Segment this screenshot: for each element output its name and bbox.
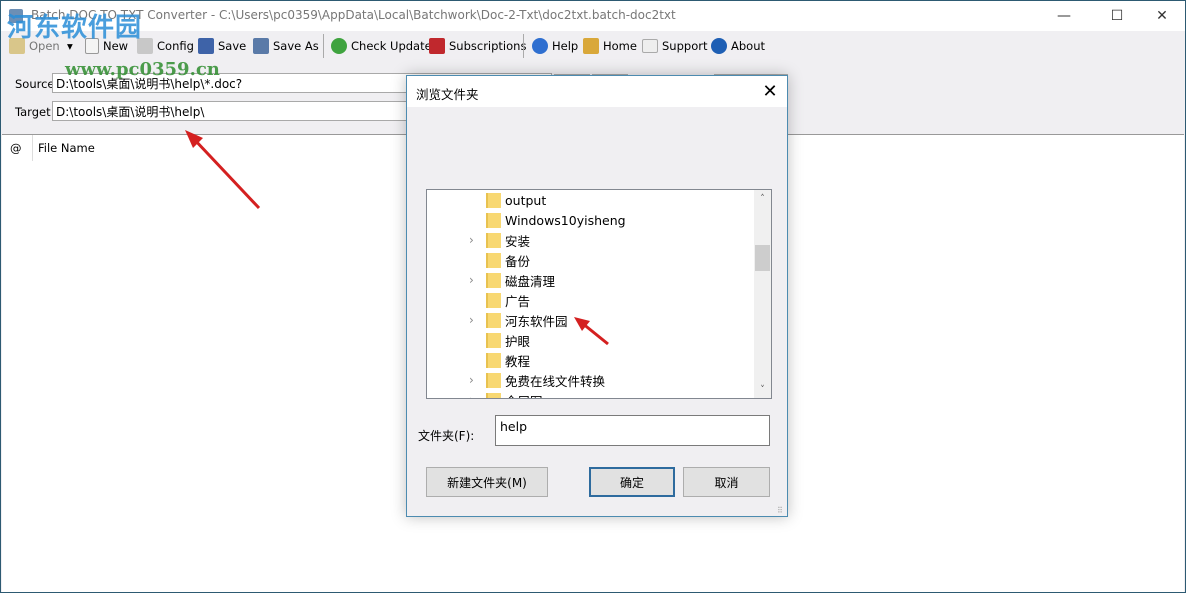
expand-chevron-icon[interactable]: ›	[469, 273, 474, 287]
tree-item[interactable]: output	[427, 190, 753, 210]
close-button[interactable]: ✕	[1139, 1, 1185, 31]
resize-grip[interactable]: ⠿	[777, 506, 785, 515]
column-header-status[interactable]: @	[10, 141, 22, 155]
tree-scrollbar[interactable]: ˄ ˅	[754, 190, 771, 398]
ok-button[interactable]: 确定	[589, 467, 675, 497]
target-label: Target	[15, 105, 51, 119]
dialog-title: 浏览文件夹	[416, 87, 479, 102]
tree-item[interactable]: › 安装	[427, 230, 753, 250]
dialog-title-bar: 浏览文件夹 ✕	[407, 76, 787, 107]
cart-icon	[429, 38, 445, 54]
save-as-button[interactable]: Save As	[253, 37, 319, 55]
tree-item[interactable]: › 磁盘清理	[427, 270, 753, 290]
info-icon	[711, 38, 727, 54]
help-button[interactable]: Help	[532, 37, 578, 55]
expand-chevron-icon[interactable]: ›	[469, 313, 474, 327]
folder-icon	[486, 333, 501, 348]
folder-tree[interactable]: output Windows10yisheng › 安装 备份 › 磁盘清理 广…	[426, 189, 772, 399]
scrollbar-thumb[interactable]	[755, 245, 770, 271]
expand-chevron-icon[interactable]: ›	[469, 233, 474, 247]
support-icon	[642, 39, 658, 53]
home-icon	[583, 38, 599, 54]
refresh-icon	[331, 38, 347, 54]
expand-chevron-icon[interactable]: ›	[469, 373, 474, 387]
tree-item[interactable]: › 免费在线文件转换	[427, 370, 753, 390]
folder-icon	[486, 233, 501, 248]
tree-item[interactable]: › 全屏图	[427, 390, 753, 398]
expand-chevron-icon[interactable]: ›	[469, 393, 474, 398]
folder-icon	[486, 393, 501, 398]
help-icon	[532, 38, 548, 54]
scroll-up-icon[interactable]: ˄	[754, 190, 771, 207]
tree-item[interactable]: Windows10yisheng	[427, 210, 753, 230]
support-button[interactable]: Support	[642, 37, 707, 55]
folder-icon	[486, 253, 501, 268]
source-label: Source	[15, 77, 55, 91]
minimize-button[interactable]: —	[1041, 1, 1087, 31]
folder-icon	[486, 273, 501, 288]
toolbar-separator	[523, 34, 524, 58]
tree-item[interactable]: › 河东软件园	[427, 310, 753, 330]
save-disk-icon	[198, 38, 214, 54]
scroll-down-icon[interactable]: ˅	[754, 381, 771, 398]
title-bar: Batch DOC TO TXT Converter - C:\Users\pc…	[1, 1, 1185, 31]
config-button[interactable]: Config	[137, 37, 194, 55]
folder-name-label: 文件夹(F):	[418, 429, 475, 443]
folder-icon	[486, 313, 501, 328]
watermark-url: www.pc0359.cn	[65, 59, 220, 80]
toolbar-separator	[323, 34, 324, 58]
home-button[interactable]: Home	[583, 37, 637, 55]
tree-item[interactable]: 护眼	[427, 330, 753, 350]
column-divider	[32, 135, 33, 161]
folder-icon	[486, 213, 501, 228]
folder-name-input[interactable]: help	[495, 415, 770, 446]
save-button[interactable]: Save	[198, 37, 246, 55]
cancel-button[interactable]: 取消	[683, 467, 770, 497]
dialog-close-button[interactable]: ✕	[757, 78, 783, 104]
folder-icon	[486, 353, 501, 368]
maximize-button[interactable]: ☐	[1094, 1, 1140, 31]
save-as-icon	[253, 38, 269, 54]
folder-icon	[486, 293, 501, 308]
new-folder-button[interactable]: 新建文件夹(M)	[426, 467, 548, 497]
subscriptions-button[interactable]: Subscriptions	[429, 37, 526, 55]
column-header-file-name[interactable]: File Name	[38, 141, 95, 155]
browse-folder-dialog: 浏览文件夹 ✕ output Windows10yisheng › 安装 备份 …	[406, 75, 788, 517]
tree-item[interactable]: 广告	[427, 290, 753, 310]
folder-icon	[486, 373, 501, 388]
tree-item[interactable]: 教程	[427, 350, 753, 370]
folder-icon	[486, 193, 501, 208]
toolbar: Open ▾ New Config Save Save As Check Upd…	[1, 31, 1185, 61]
tree-item[interactable]: 备份	[427, 250, 753, 270]
about-button[interactable]: About	[711, 37, 765, 55]
check-update-button[interactable]: Check Update	[331, 37, 432, 55]
watermark-logo: 河东软件园	[7, 13, 143, 43]
